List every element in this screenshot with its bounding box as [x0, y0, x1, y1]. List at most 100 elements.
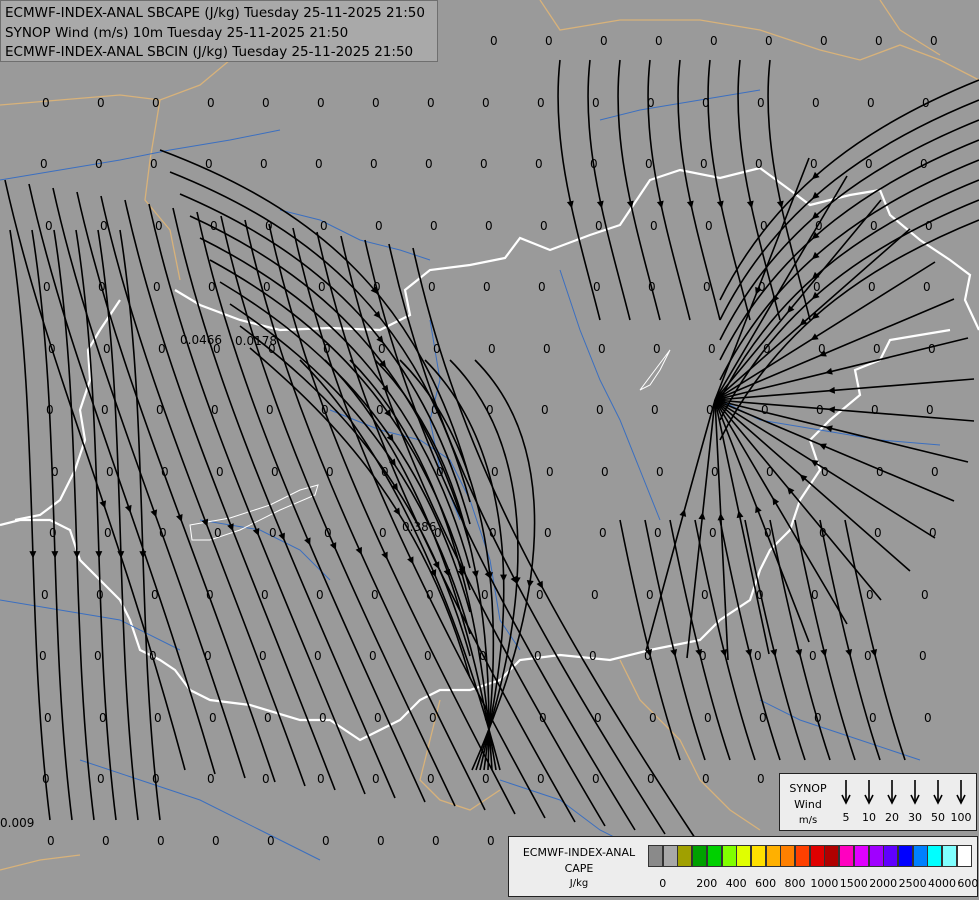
cape-color-swatch	[750, 845, 766, 867]
value-label-zero: 0	[599, 526, 607, 540]
value-label-zero: 0	[819, 526, 827, 540]
wind-streamlines	[4, 59, 979, 839]
streamline-arrowhead	[526, 579, 534, 588]
value-label-zero: 0	[159, 526, 167, 540]
value-label-nonzero: 0.0178	[235, 334, 277, 348]
value-label-zero: 0	[647, 96, 655, 110]
map-title-box: ECMWF-INDEX-ANAL SBCAPE (J/kg) Tuesday 2…	[0, 0, 438, 62]
value-label-zero: 0	[487, 834, 495, 848]
streamline	[4, 179, 186, 771]
value-label-zero: 0	[925, 219, 933, 233]
value-label-zero: 0	[426, 588, 434, 602]
streamline-arrowhead	[29, 551, 37, 559]
cape-color-swatch	[853, 845, 869, 867]
value-label-zero: 0	[864, 649, 872, 663]
streamline-arrowhead	[656, 200, 664, 209]
streamline	[119, 229, 161, 821]
value-label-zero: 0	[711, 465, 719, 479]
cape-color-swatch	[942, 845, 957, 867]
cape-color-swatch	[795, 845, 810, 867]
value-label-zero: 0	[648, 280, 656, 294]
value-label-zero: 0	[97, 772, 105, 786]
value-label-zero: 0	[42, 96, 50, 110]
value-label-zero: 0	[650, 219, 658, 233]
value-label-zero: 0	[647, 772, 655, 786]
value-label-zero: 0	[709, 526, 717, 540]
value-label-zero: 0	[262, 96, 270, 110]
streamline-arrowhead	[717, 513, 725, 521]
value-label-zero: 0	[755, 157, 763, 171]
value-label-zero: 0	[541, 403, 549, 417]
value-label-zero: 0	[920, 157, 928, 171]
value-label-zero: 0	[595, 219, 603, 233]
cape-legend-title: ECMWF-INDEX-ANAL	[522, 846, 636, 859]
value-label-zero: 0	[654, 526, 662, 540]
streamline	[316, 231, 576, 823]
value-label-zero: 0	[596, 403, 604, 417]
wind-arrow-icon	[887, 779, 897, 805]
value-label-zero: 0	[155, 219, 163, 233]
value-label-zero: 0	[546, 465, 554, 479]
value-label-zero: 0	[48, 342, 56, 356]
value-label-zero: 0	[157, 834, 165, 848]
value-label-zero: 0	[317, 96, 325, 110]
streamline-arrowhead	[827, 406, 836, 414]
wind-speed-label: 30	[908, 811, 922, 824]
title-cape: ECMWF-INDEX-ANAL SBCAPE (J/kg) Tuesday 2…	[5, 5, 425, 21]
value-label-zero: 0	[590, 157, 598, 171]
streamline-arrowhead	[745, 648, 753, 657]
value-label-zero: 0	[260, 157, 268, 171]
value-label-zero: 0	[375, 219, 383, 233]
value-label-zero: 0	[924, 711, 932, 725]
value-label-zero: 0	[261, 588, 269, 602]
value-label-zero: 0	[922, 96, 930, 110]
cape-color-swatch	[956, 845, 972, 867]
value-label-zero: 0	[161, 465, 169, 479]
value-label-zero: 0	[702, 772, 710, 786]
value-label-zero: 0	[430, 219, 438, 233]
value-label-zero: 0	[49, 526, 57, 540]
value-label-zero: 0	[543, 342, 551, 356]
value-label-zero: 0	[95, 157, 103, 171]
value-label-zero: 0	[866, 588, 874, 602]
value-label-zero: 0	[45, 219, 53, 233]
value-label-zero: 0	[326, 465, 334, 479]
value-label-zero: 0	[44, 711, 52, 725]
value-label-zero: 0	[544, 526, 552, 540]
value-label-zero: 0	[931, 465, 939, 479]
cape-color-swatch	[692, 845, 708, 867]
value-label-zero: 0	[865, 157, 873, 171]
value-label-zero: 0	[869, 711, 877, 725]
value-label-zero: 0	[432, 834, 440, 848]
cape-color-swatch	[765, 845, 781, 867]
value-label-zero: 0	[381, 465, 389, 479]
value-label-zero: 0	[212, 834, 220, 848]
value-label-zero: 0	[102, 834, 110, 848]
value-label-zero: 0	[756, 588, 764, 602]
streamline	[239, 325, 471, 657]
value-label-zero: 0	[319, 711, 327, 725]
cape-legend-name: CAPE	[564, 862, 594, 875]
lake-outline-small	[639, 349, 671, 391]
streamline	[31, 229, 73, 821]
value-label-zero: 0	[369, 649, 377, 663]
value-label-zero: 0	[764, 526, 772, 540]
value-label-zero: 0	[702, 96, 710, 110]
value-label-zero: 0	[271, 465, 279, 479]
value-label-zero: 0	[653, 342, 661, 356]
value-label-zero: 0	[491, 465, 499, 479]
streamline-arrowhead	[500, 574, 508, 582]
value-label-zero: 0	[480, 157, 488, 171]
value-label-zero: 0	[705, 219, 713, 233]
value-label-zero: 0	[488, 342, 496, 356]
value-label-zero: 0	[206, 588, 214, 602]
value-label-zero: 0	[539, 711, 547, 725]
value-label-zero: 0	[928, 342, 936, 356]
value-label-zero: 0	[870, 219, 878, 233]
value-label-zero: 0	[373, 280, 381, 294]
country-borders	[0, 0, 979, 881]
streamline-arrowhead	[845, 648, 853, 657]
value-label-zero: 0	[929, 526, 937, 540]
streamline-arrowhead	[566, 200, 574, 209]
value-label-zero: 0	[537, 772, 545, 786]
